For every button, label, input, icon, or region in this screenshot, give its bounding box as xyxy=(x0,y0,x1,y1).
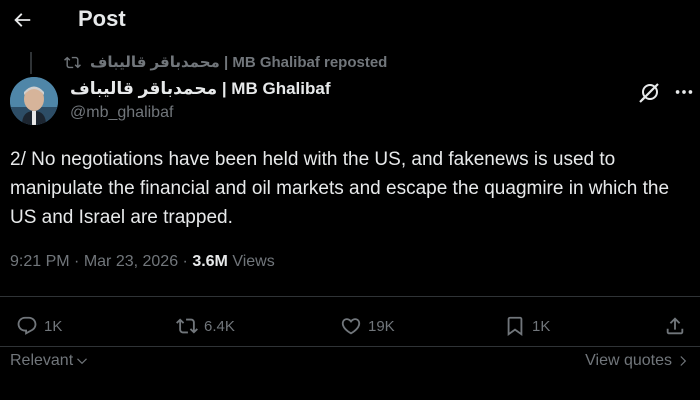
view-quotes-link[interactable]: View quotes xyxy=(585,352,690,370)
heart-icon xyxy=(341,318,361,335)
reply-button[interactable]: 1K xyxy=(16,310,62,342)
repost-text: محمدباقر قالیباف | MB Ghalibaf reposted xyxy=(90,54,388,71)
page-title: Post xyxy=(78,6,126,31)
back-button[interactable] xyxy=(9,7,35,33)
divider xyxy=(0,346,700,347)
divider xyxy=(0,296,700,297)
meta-separator: · xyxy=(69,253,84,270)
meta-separator: · xyxy=(178,253,193,270)
arrow-left-icon xyxy=(14,13,31,27)
repost-action-icon xyxy=(176,318,198,334)
reply-count: 1K xyxy=(44,317,63,335)
tweet-text: 2/ No negotiations have been held with t… xyxy=(10,149,670,228)
action-bar: 1K 6.4K 19K 1K xyxy=(0,310,700,342)
tweet-date[interactable]: Mar 23, 2026 xyxy=(84,253,178,270)
bookmark-button[interactable]: 1K xyxy=(504,310,550,342)
reply-icon xyxy=(17,316,37,335)
bookmark-count: 1K xyxy=(532,317,551,335)
share-icon xyxy=(666,317,684,335)
more-options-icon[interactable] xyxy=(672,80,696,104)
share-button[interactable] xyxy=(664,310,686,342)
sort-dropdown[interactable]: Relevant xyxy=(10,352,89,370)
sort-label: Relevant xyxy=(10,352,74,369)
grok-icon[interactable] xyxy=(638,80,662,104)
repost-button[interactable]: 6.4K xyxy=(176,310,235,342)
views-label: Views xyxy=(227,253,275,270)
replies-footer: Relevant View quotes xyxy=(0,352,700,376)
like-button[interactable]: 19K xyxy=(340,310,395,342)
chevron-right-icon xyxy=(680,356,687,366)
tweet-time[interactable]: 9:21 PM xyxy=(10,253,70,270)
author-name[interactable]: محمدباقر قالیباف | MB Ghalibaf xyxy=(70,79,330,99)
view-quotes-label: View quotes xyxy=(585,352,672,369)
bookmark-icon xyxy=(507,316,523,337)
top-header: Post xyxy=(0,0,700,42)
like-count: 19K xyxy=(368,317,395,335)
repost-icon xyxy=(64,53,82,71)
views-count: 3.6M xyxy=(192,253,228,270)
avatar[interactable] xyxy=(10,77,58,125)
author-handle[interactable]: @mb_ghalibaf xyxy=(70,104,173,122)
repost-indicator[interactable]: محمدباقر قالیباف | MB Ghalibaf reposted xyxy=(64,53,387,71)
repost-count: 6.4K xyxy=(204,317,235,335)
chevron-down-icon xyxy=(77,358,88,365)
tweet-meta: 9:21 PM · Mar 23, 2026 · 3.6M Views xyxy=(10,253,275,271)
thread-line xyxy=(30,52,32,74)
